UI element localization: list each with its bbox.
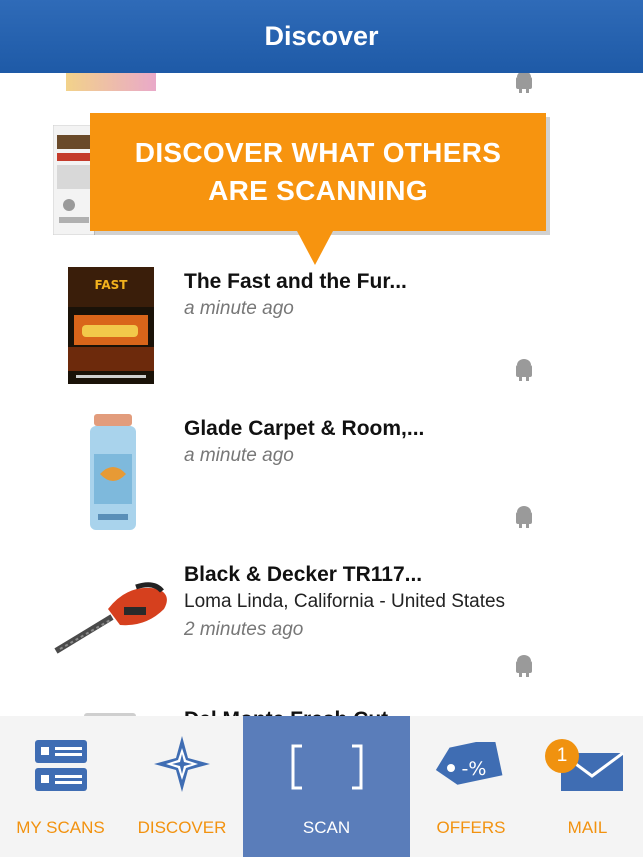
tab-my-scans[interactable]: MY SCANS [0,716,121,857]
item-title: Glade Carpet & Room,... [184,417,425,440]
item-time: a minute ago [184,298,294,319]
mail-unread-badge: 1 [545,739,579,773]
svg-text:FAST: FAST [95,278,129,292]
movie-cover-thumbnail: FAST [68,267,154,384]
callout-line-2: ARE SCANNING [208,175,428,206]
tab-offers[interactable]: -% OFFERS [410,716,532,857]
tab-label: MY SCANS [16,818,105,837]
android-icon [516,506,532,528]
scan-brackets-icon [291,744,363,790]
tab-scan[interactable]: SCAN [243,716,410,857]
android-icon [516,359,532,381]
list-item[interactable]: Black & Decker TR117... Loma Linda, Cali… [0,555,643,705]
tab-label: MAIL [567,818,608,837]
list-item[interactable]: FAST The Fast and the Fur... a minute ag… [0,263,643,388]
tag-percent-icon: -% [435,742,503,785]
item-time: a minute ago [184,445,294,466]
glade-bottle-thumbnail [90,414,136,530]
callout-line-1: DISCOVER WHAT OTHERS [134,137,502,168]
tab-bar: MY SCANS DISCOVER SCAN -% OFFERS MAIL [0,716,643,857]
puzzle-box-thumbnail [53,125,95,235]
item-time: 2 minutes ago [184,619,304,640]
nav-bar: Discover [0,0,643,73]
item-title: The Fast and the Fur... [184,270,407,293]
tab-mail[interactable]: MAIL [532,716,643,857]
item-location: Loma Linda, California - United States [184,591,506,612]
page-title: Discover [264,21,379,51]
item-title: Del Monte Fresh Cut... [184,708,406,716]
list-item[interactable]: Glade Carpet & Room,... a minute ago [0,409,643,534]
list-item[interactable]: Del Monte Fresh Cut... [0,703,643,716]
list-item-partial-top[interactable] [66,73,156,91]
tab-discover[interactable]: DISCOVER [121,716,243,857]
android-icon [516,655,532,677]
item-title: Black & Decker TR117... [184,563,423,586]
tab-label: DISCOVER [137,818,227,837]
tab-label: SCAN [302,818,351,837]
tab-label: OFFERS [436,818,506,837]
list-icon [35,740,87,791]
hedge-trimmer-thumbnail [54,582,167,654]
svg-text:-%: -% [462,758,487,780]
discover-callout[interactable]: DISCOVER WHAT OTHERS ARE SCANNING [90,113,546,231]
compass-icon [154,736,210,792]
android-icon [516,73,532,93]
callout-pointer [297,231,333,265]
